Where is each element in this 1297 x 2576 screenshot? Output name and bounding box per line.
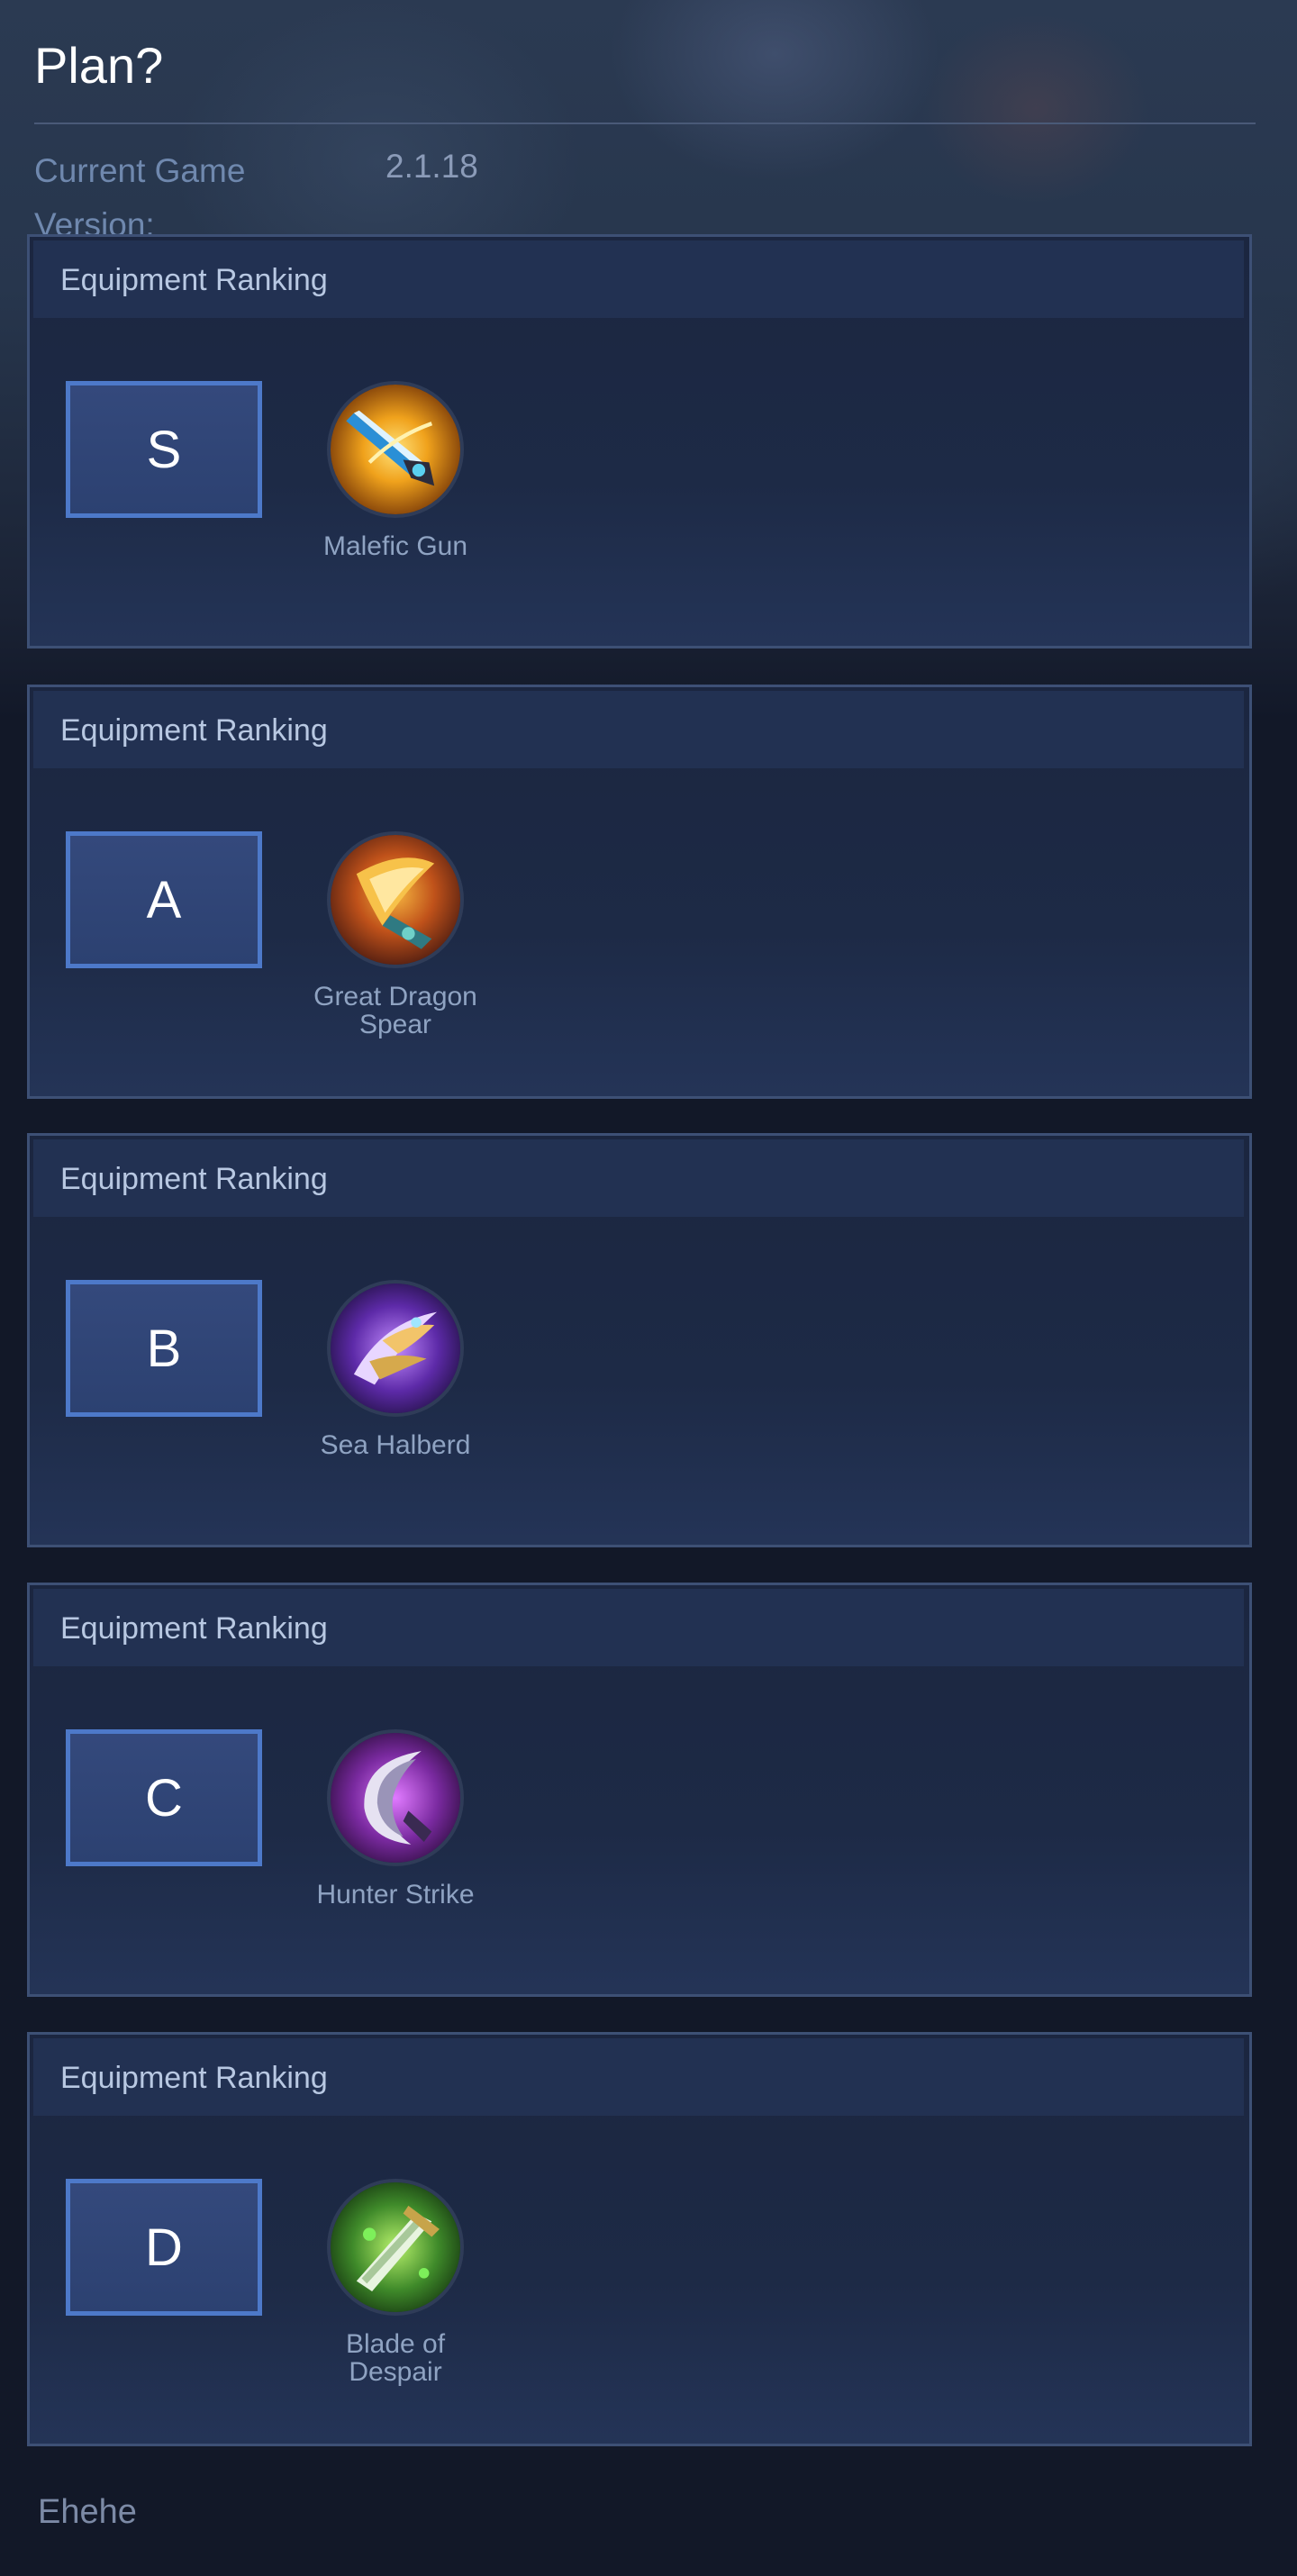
card-header-title: Equipment Ranking — [60, 263, 328, 297]
card-header: Equipment Ranking — [33, 1589, 1244, 1666]
tier-badge: B — [66, 1280, 262, 1417]
tier-letter: C — [145, 1768, 183, 1828]
item-name: Great Dragon Spear — [313, 982, 477, 1039]
card-header-title: Equipment Ranking — [60, 713, 328, 748]
card-header-title: Equipment Ranking — [60, 2061, 328, 2095]
sea-halberd-icon[interactable] — [327, 1280, 464, 1417]
card-header: Equipment Ranking — [33, 2038, 1244, 2116]
item-name: Sea Halberd — [320, 1430, 471, 1460]
card-header: Equipment Ranking — [33, 240, 1244, 318]
tier-letter: S — [146, 420, 182, 479]
tier-badge: A — [66, 831, 262, 968]
ranking-card-d: Equipment Ranking D Blade of Despair — [27, 2032, 1252, 2446]
tier-badge: S — [66, 381, 262, 518]
card-header: Equipment Ranking — [33, 1139, 1244, 1217]
ranking-card-s: Equipment Ranking S Malefic Gun — [27, 234, 1252, 649]
header-divider — [34, 122, 1256, 124]
hunter-strike-icon[interactable] — [327, 1729, 464, 1866]
malefic-gun-icon[interactable] — [327, 381, 464, 518]
card-header-title: Equipment Ranking — [60, 1162, 328, 1196]
card-header: Equipment Ranking — [33, 691, 1244, 768]
tier-badge: D — [66, 2179, 262, 2316]
tier-badge: C — [66, 1729, 262, 1866]
tier-letter: B — [146, 1319, 182, 1378]
blade-of-despair-icon[interactable] — [327, 2179, 464, 2316]
great-dragon-spear-icon[interactable] — [327, 831, 464, 968]
tier-letter: D — [145, 2218, 183, 2277]
card-header-title: Equipment Ranking — [60, 1611, 328, 1646]
ranking-card-b: Equipment Ranking B Sea Halberd — [27, 1133, 1252, 1547]
ranking-card-a: Equipment Ranking A Great Dragon Spear — [27, 685, 1252, 1099]
item-name: Malefic Gun — [322, 531, 468, 561]
version-value: 2.1.18 — [385, 148, 478, 185]
page-title: Plan? — [34, 37, 164, 94]
footer-text: Ehehe — [38, 2493, 137, 2531]
item-name: Hunter Strike — [316, 1880, 475, 1909]
tier-letter: A — [146, 870, 182, 930]
ranking-card-c: Equipment Ranking C Hunter Strike — [27, 1583, 1252, 1997]
item-name: Blade of Despair — [345, 2329, 446, 2387]
